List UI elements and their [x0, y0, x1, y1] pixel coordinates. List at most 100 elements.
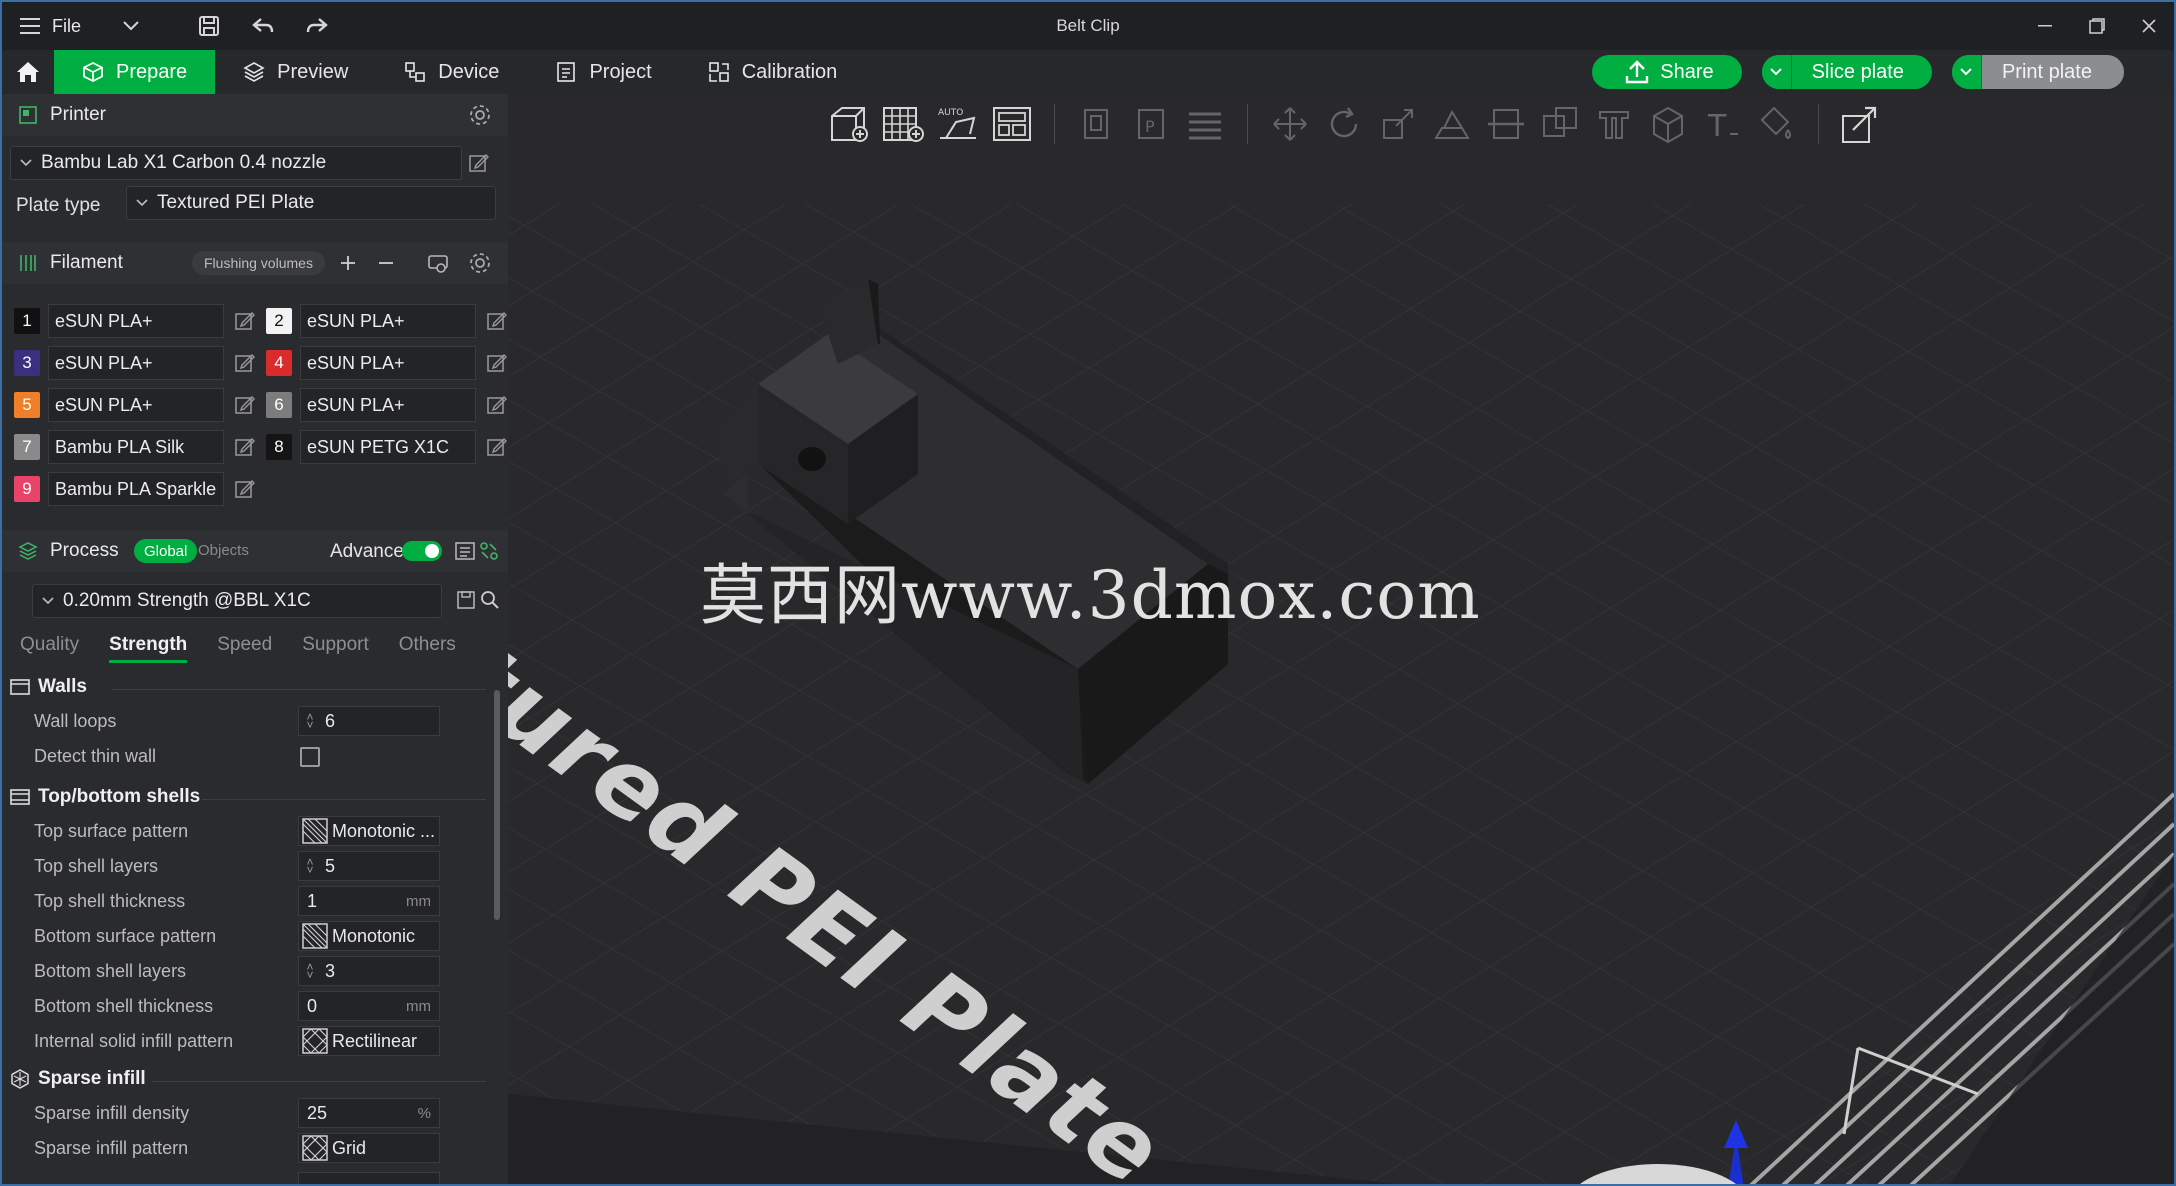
subtab-others[interactable]: Others [399, 634, 456, 663]
filament-slot[interactable]: 4 eSUN PLA+ [266, 346, 508, 380]
sparse-infill-pattern-select[interactable]: Grid [298, 1133, 440, 1163]
filament-color-swatch[interactable]: 7 [14, 434, 40, 460]
stepper-icon[interactable]: ˄ ˅ [299, 711, 321, 731]
filament-color-swatch[interactable]: 2 [266, 308, 292, 334]
close-icon[interactable] [2134, 11, 2164, 41]
filament-slot[interactable]: 9 Bambu PLA Sparkle [14, 472, 256, 506]
filament-slot[interactable]: 1 eSUN PLA+ [14, 304, 256, 338]
settings-scrollbar[interactable] [494, 690, 500, 920]
subtab-support[interactable]: Support [302, 634, 369, 663]
filament-slot[interactable]: 5 eSUN PLA+ [14, 388, 256, 422]
stepper-icon[interactable]: ˄ ˅ [299, 856, 321, 876]
flushing-volumes-button[interactable]: Flushing volumes [192, 251, 325, 275]
filament-name[interactable]: Bambu PLA Silk [48, 430, 224, 464]
tab-device[interactable]: Device [376, 50, 527, 94]
filament-color-swatch[interactable]: 6 [266, 392, 292, 418]
minus-icon[interactable] [376, 253, 396, 273]
filament-slot[interactable]: 3 eSUN PLA+ [14, 346, 256, 380]
filament-color-swatch[interactable]: 1 [14, 308, 40, 334]
plus-icon[interactable] [338, 253, 358, 273]
3d-viewport[interactable]: AUTO P T 莫西网www.3dmox.com tured PEI Plat… [508, 94, 2174, 1186]
wall-loops-input[interactable]: ˄ ˅ 6 [298, 706, 440, 736]
add-plate-icon[interactable] [882, 102, 926, 146]
top-surface-pattern-select[interactable]: Monotonic ... [298, 816, 440, 846]
filament-slot[interactable]: 6 eSUN PLA+ [266, 388, 508, 422]
tab-project[interactable]: Project [527, 50, 679, 94]
scale-icon[interactable] [1376, 102, 1420, 146]
paste-icon[interactable]: P [1129, 102, 1173, 146]
build-plate-scene[interactable] [508, 94, 2174, 1186]
bottom-shell-layers-input[interactable]: ˄ ˅ 3 [298, 956, 440, 986]
edit-icon[interactable] [486, 310, 508, 332]
rotate-icon[interactable] [1322, 102, 1366, 146]
filament-color-swatch[interactable]: 3 [14, 350, 40, 376]
lay-on-face-icon[interactable] [1430, 102, 1474, 146]
plate-type-select[interactable]: Textured PEI Plate [126, 186, 496, 220]
layers-split-icon[interactable] [1183, 102, 1227, 146]
filament-name[interactable]: eSUN PLA+ [48, 304, 224, 338]
gear-icon[interactable] [468, 251, 492, 275]
internal-solid-infill-select[interactable]: Rectilinear [298, 1026, 440, 1056]
filament-name[interactable]: eSUN PLA+ [300, 346, 476, 380]
text-icon[interactable]: T [1700, 102, 1744, 146]
tab-calibration[interactable]: Calibration [680, 50, 866, 94]
maximize-icon[interactable] [2082, 11, 2112, 41]
filament-name[interactable]: eSUN PLA+ [300, 388, 476, 422]
compare-presets-icon[interactable] [478, 540, 500, 562]
save-preset-icon[interactable] [456, 590, 476, 610]
edit-icon[interactable] [234, 436, 256, 458]
home-button[interactable] [2, 50, 54, 94]
filament-slot[interactable]: 8 eSUN PETG X1C [266, 430, 508, 464]
filament-color-swatch[interactable]: 9 [14, 476, 40, 502]
move-icon[interactable] [1268, 102, 1312, 146]
process-preset-select[interactable]: 0.20mm Strength @BBL X1C [32, 584, 442, 618]
color-paint-icon[interactable] [1754, 102, 1798, 146]
filament-name[interactable]: eSUN PLA+ [300, 304, 476, 338]
edit-icon[interactable] [468, 152, 490, 174]
filament-slot[interactable]: 7 Bambu PLA Silk [14, 430, 256, 464]
chevron-down-icon[interactable] [1761, 55, 1792, 89]
list-view-icon[interactable] [454, 540, 476, 562]
printer-select[interactable]: Bambu Lab X1 Carbon 0.4 nozzle [10, 146, 462, 180]
gear-icon[interactable] [468, 103, 492, 127]
filament-slot[interactable]: 2 eSUN PLA+ [266, 304, 508, 338]
filament-name[interactable]: Bambu PLA Sparkle [48, 472, 224, 506]
slice-plate-button[interactable]: Slice plate [1761, 55, 1932, 89]
cut-icon[interactable] [1484, 102, 1528, 146]
filament-color-swatch[interactable]: 8 [266, 434, 292, 460]
redo-icon[interactable] [297, 6, 337, 46]
seam-paint-icon[interactable] [1646, 102, 1690, 146]
copy-icon[interactable] [1075, 102, 1119, 146]
tab-preview[interactable]: Preview [215, 50, 376, 94]
subtab-strength[interactable]: Strength [109, 634, 188, 663]
filament-color-swatch[interactable]: 5 [14, 392, 40, 418]
support-paint-icon[interactable] [1592, 102, 1636, 146]
subtab-quality[interactable]: Quality [20, 634, 79, 663]
view-export-icon[interactable] [1839, 102, 1883, 146]
edit-icon[interactable] [486, 394, 508, 416]
sync-filament-icon[interactable] [426, 251, 450, 275]
filament-name[interactable]: eSUN PLA+ [48, 346, 224, 380]
tab-prepare[interactable]: Prepare [54, 50, 216, 94]
top-shell-layers-input[interactable]: ˄ ˅ 5 [298, 851, 440, 881]
search-icon[interactable] [480, 590, 500, 610]
edit-icon[interactable] [234, 394, 256, 416]
chevron-down-icon[interactable] [1951, 55, 1982, 89]
bottom-surface-pattern-select[interactable]: Monotonic [298, 921, 440, 951]
print-plate-button[interactable]: Print plate [1951, 55, 2124, 89]
auto-orient-icon[interactable]: AUTO [936, 102, 980, 146]
add-object-icon[interactable] [828, 102, 872, 146]
chevron-down-icon[interactable] [111, 6, 151, 46]
edit-icon[interactable] [486, 436, 508, 458]
arrange-icon[interactable] [990, 102, 1034, 146]
edit-icon[interactable] [486, 352, 508, 374]
advance-switch[interactable] [402, 541, 442, 561]
partially-visible-field[interactable] [298, 1172, 440, 1184]
subtab-speed[interactable]: Speed [217, 634, 272, 663]
bottom-shell-thickness-input[interactable]: 0 mm [298, 991, 440, 1021]
objects-toggle[interactable]: Objects [198, 542, 249, 559]
detect-thin-wall-checkbox[interactable] [300, 747, 320, 767]
filament-name[interactable]: eSUN PETG X1C [300, 430, 476, 464]
stepper-icon[interactable]: ˄ ˅ [299, 961, 321, 981]
save-icon[interactable] [189, 6, 229, 46]
